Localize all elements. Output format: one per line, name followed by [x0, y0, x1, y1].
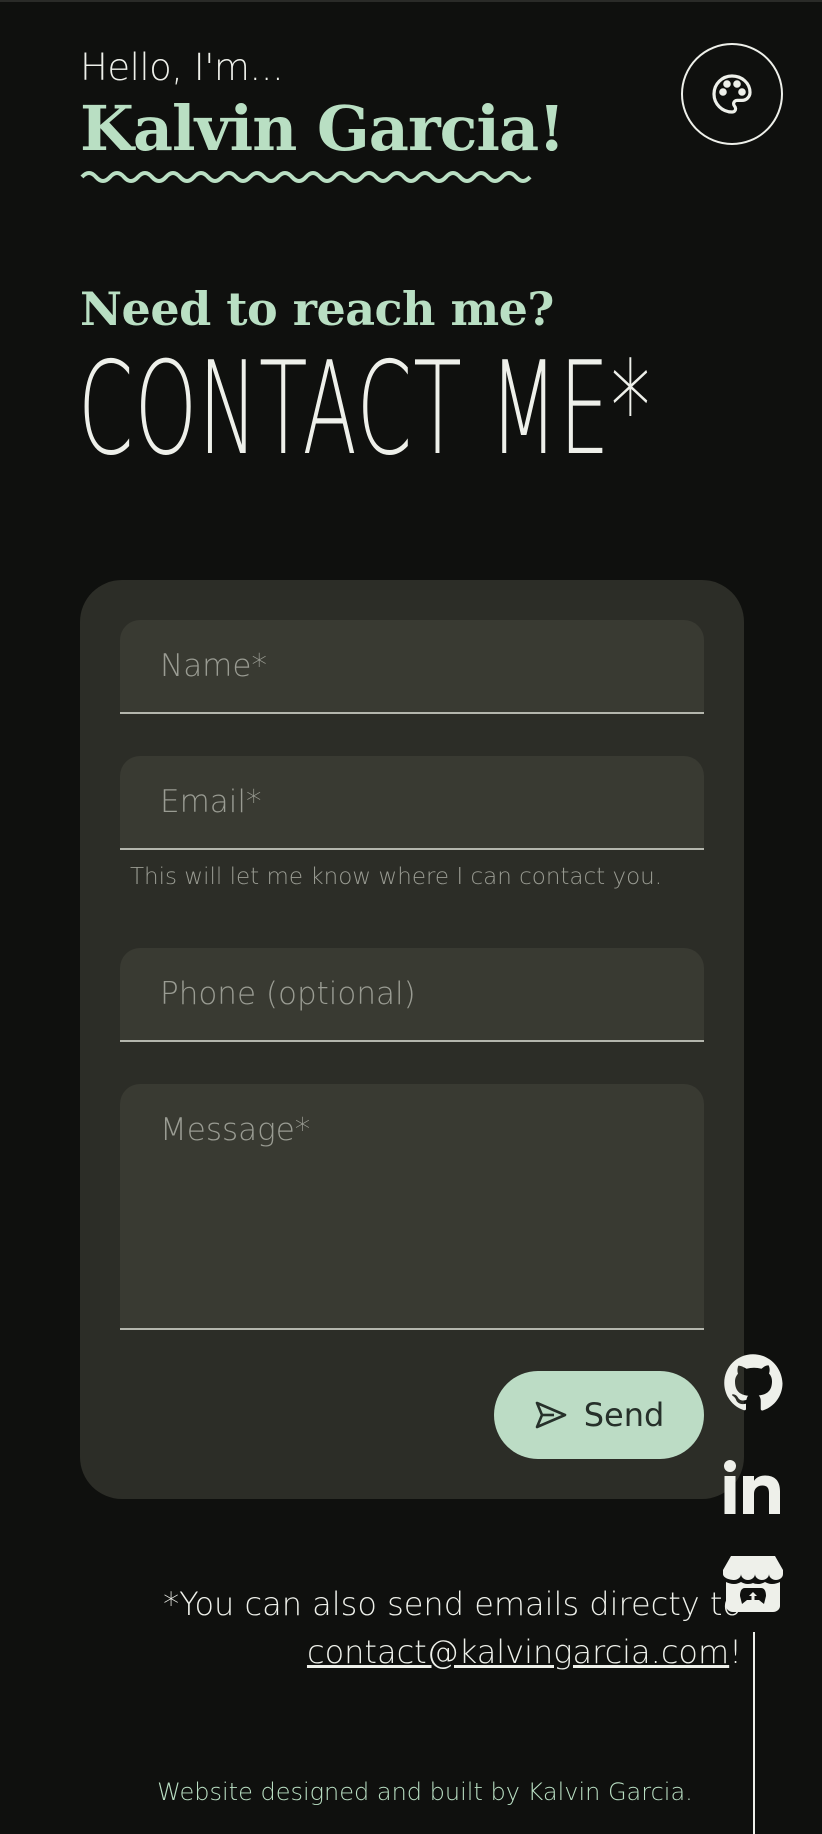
greeting: Hello, I'm...: [80, 46, 284, 89]
name-input[interactable]: [120, 620, 704, 712]
theme-palette-button[interactable]: [681, 43, 783, 145]
send-button[interactable]: Send: [494, 1371, 704, 1459]
footnote-text: *You can also send emails directy to: [163, 1585, 742, 1623]
email-input[interactable]: [120, 756, 704, 848]
footnote-email-line: contact@kalvingarcia.com!: [102, 1628, 742, 1676]
phone-field-container: [120, 948, 704, 1042]
wavy-underline: [80, 171, 532, 183]
github-link[interactable]: [722, 1352, 784, 1414]
contact-email-link[interactable]: contact@kalvingarcia.com: [307, 1633, 729, 1671]
phone-input[interactable]: [120, 948, 704, 1040]
send-icon: [535, 1401, 567, 1429]
site-owner-name[interactable]: Kalvin Garcia!: [80, 93, 565, 165]
email-hint: This will let me know where I can contac…: [130, 864, 663, 890]
page-title: CONTACT ME*: [78, 335, 652, 484]
email-field-container: [120, 756, 704, 850]
message-textarea[interactable]: [120, 1084, 704, 1328]
name-field-container: [120, 620, 704, 714]
message-field-container: [120, 1084, 704, 1330]
email-footnote: *You can also send emails directy to con…: [102, 1580, 742, 1676]
contact-form: This will let me know where I can contac…: [80, 580, 744, 1499]
footnote-suffix: !: [729, 1633, 742, 1671]
send-label: Send: [583, 1396, 665, 1434]
github-icon: [724, 1354, 783, 1411]
site-header: Hello, I'm... Kalvin Garcia!: [80, 46, 700, 187]
linkedin-link[interactable]: [722, 1458, 784, 1516]
section-subtitle: Need to reach me?: [80, 282, 554, 336]
footer-credit: Website designed and built by Kalvin Gar…: [157, 1778, 693, 1806]
top-border: [0, 0, 822, 2]
linkedin-icon: [724, 1460, 780, 1514]
palette-icon: [712, 74, 752, 114]
